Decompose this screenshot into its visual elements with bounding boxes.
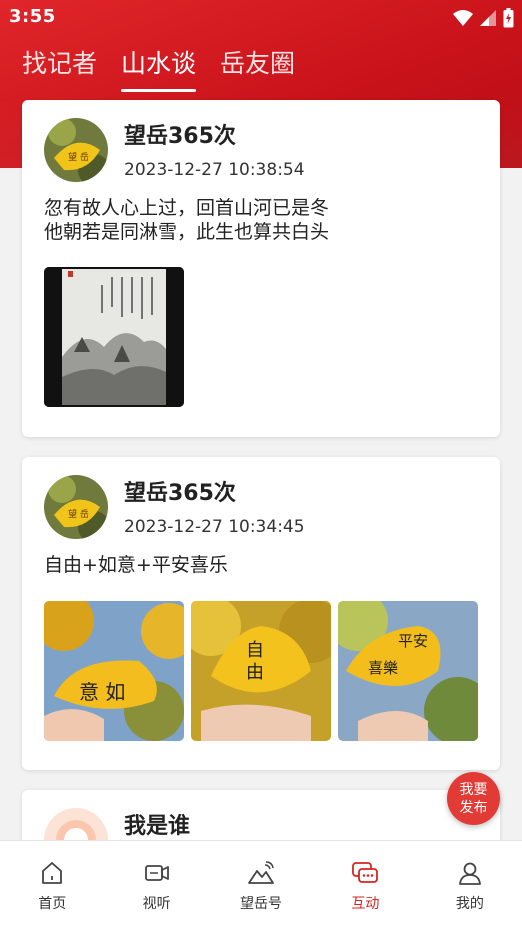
post-card[interactable]: 望 岳 望岳365次 2023-12-27 10:38:54 忽有故人心上过，回… <box>22 100 500 437</box>
wifi-icon <box>453 10 473 26</box>
post-image-snow-landscape[interactable] <box>44 267 184 407</box>
status-bar: 3:55 <box>0 0 522 36</box>
nav-label: 首页 <box>38 896 67 912</box>
tab-shanshui-talk[interactable]: 山水谈 <box>121 44 197 92</box>
app-root: 3:55 找记者 山水谈 岳友圈 望 岳 望岳365次 2023-12-27 1… <box>0 0 522 928</box>
svg-text:望 岳: 望 岳 <box>68 508 89 520</box>
battery-icon <box>503 8 514 28</box>
svg-text:意 如: 意 如 <box>79 680 125 704</box>
nav-item-video[interactable]: 视听 <box>104 841 208 928</box>
user-icon <box>458 862 481 885</box>
post-text: 忽有故人心上过，回首山河已是冬 他朝若是同淋雪，此生也算共白头 <box>44 197 330 243</box>
nav-item-mine[interactable]: 我的 <box>418 841 522 928</box>
nav-item-wangyue-account[interactable]: 望岳号 <box>209 841 313 928</box>
post-image-ginkgo-pingan-xile[interactable]: 平安 喜樂 <box>338 601 478 741</box>
home-icon <box>42 862 63 884</box>
status-icons <box>453 8 514 28</box>
nav-label: 视听 <box>142 896 171 912</box>
post-timestamp: 2023-12-27 10:34:45 <box>124 517 305 537</box>
svg-text:平安: 平安 <box>398 632 428 650</box>
status-time: 3:55 <box>9 6 56 27</box>
publish-label-line1: 我要 <box>459 781 488 798</box>
post-image-ginkgo-ziyou[interactable]: 自 由 <box>191 601 331 741</box>
avatar[interactable]: 望 岳 <box>44 118 108 182</box>
svg-text:由: 由 <box>246 662 264 683</box>
tab-yueyou-circle[interactable]: 岳友圈 <box>220 44 295 92</box>
avatar[interactable]: 望 岳 <box>44 475 108 539</box>
post-image-ginkgo-ruyi[interactable]: 意 如 <box>44 601 184 741</box>
post-username[interactable]: 望岳365次 <box>124 475 236 507</box>
nav-label: 望岳号 <box>240 896 283 912</box>
nav-label: 我的 <box>455 896 484 912</box>
svg-text:喜樂: 喜樂 <box>368 659 398 677</box>
post-card[interactable]: 望 岳 望岳365次 2023-12-27 10:34:45 自由+如意+平安喜… <box>22 457 500 770</box>
nav-label: 互动 <box>351 896 380 912</box>
video-icon <box>144 865 169 881</box>
publish-button[interactable]: 我要 发布 <box>447 772 500 825</box>
post-username[interactable]: 我是谁 <box>124 808 190 840</box>
publish-label-line2: 发布 <box>459 799 488 816</box>
signal-icon <box>480 10 496 26</box>
post-username[interactable]: 望岳365次 <box>124 118 236 150</box>
svg-text:自: 自 <box>246 640 264 661</box>
post-text: 自由+如意+平安喜乐 <box>44 554 228 576</box>
nav-item-interact[interactable]: 互动 <box>313 841 417 928</box>
svg-text:望 岳: 望 岳 <box>68 151 89 163</box>
tab-find-reporter[interactable]: 找记者 <box>22 44 97 92</box>
post-timestamp: 2023-12-27 10:38:54 <box>124 160 305 180</box>
mountain-icon <box>248 861 274 884</box>
chat-icon <box>352 862 379 883</box>
bottom-nav: 首页 视听 望岳号 互动 我的 <box>0 840 522 928</box>
top-tabs: 找记者 山水谈 岳友圈 <box>22 44 295 92</box>
nav-item-home[interactable]: 首页 <box>0 841 104 928</box>
